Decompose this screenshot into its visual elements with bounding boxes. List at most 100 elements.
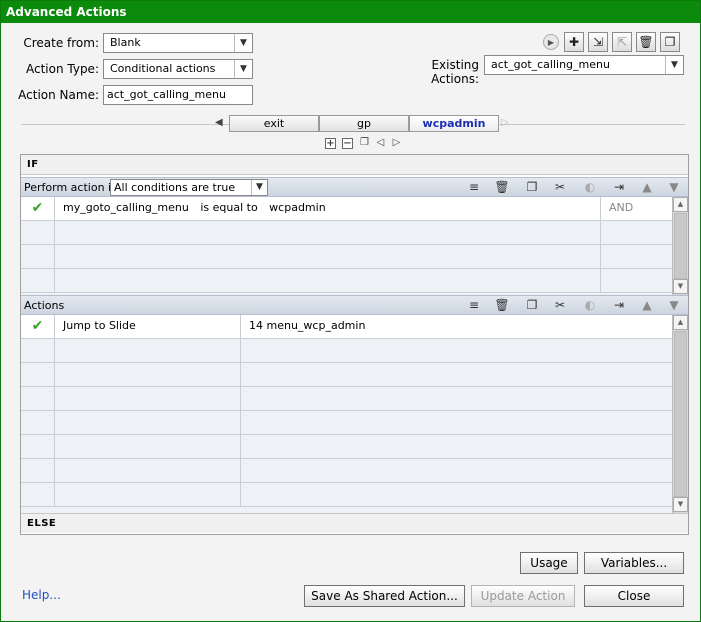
empty-cell	[55, 435, 241, 458]
condition-row-empty[interactable]	[21, 269, 672, 293]
condition-row-empty[interactable]	[21, 221, 672, 245]
conditions-scrollbar[interactable]: ▲ ▼	[672, 197, 688, 295]
tab-exit[interactable]: exit	[229, 115, 319, 132]
action-row-empty[interactable]	[21, 387, 672, 411]
action-name-input[interactable]: act_got_calling_menu	[103, 85, 253, 105]
window-title: Advanced Actions	[1, 1, 700, 23]
variables-button[interactable]: Variables...	[584, 552, 684, 574]
scroll-down-icon[interactable]: ▼	[673, 279, 688, 294]
action-type-cell[interactable]: Jump to Slide	[55, 315, 241, 338]
copy-row-icon[interactable]: ❐	[524, 298, 540, 313]
action-row-empty[interactable]	[21, 435, 672, 459]
insert-after-icon[interactable]: ⇥	[611, 180, 627, 195]
perform-action-value: All conditions are true	[114, 181, 236, 194]
tab-scroll-right-icon[interactable]: ▷	[501, 117, 509, 128]
move-down-icon[interactable]: ▼	[666, 180, 682, 195]
empty-cell	[21, 221, 55, 244]
export-action-icon[interactable]: ⇱	[612, 32, 632, 52]
tab-scroll-left-icon[interactable]: ◀	[215, 117, 223, 128]
close-button[interactable]: Close	[584, 585, 684, 607]
perform-action-label: Perform action if:	[24, 181, 119, 194]
paste-row-icon[interactable]: ◐	[582, 298, 598, 313]
action-row[interactable]: ✔ Jump to Slide 14 menu_wcp_admin	[21, 315, 672, 339]
move-right-icon[interactable]: ▷	[391, 138, 402, 149]
tab-gp[interactable]: gp	[319, 115, 409, 132]
scroll-thumb[interactable]	[674, 331, 687, 497]
preview-play-icon[interactable]: ▶	[543, 34, 559, 50]
action-type-dropdown[interactable]: Conditional actions ▼	[103, 59, 253, 79]
scroll-up-icon[interactable]: ▲	[673, 197, 688, 212]
action-row-empty[interactable]	[21, 483, 672, 507]
empty-cell	[21, 483, 55, 506]
advanced-actions-dialog: Advanced Actions Create from: Blank ▼ Ac…	[0, 0, 701, 622]
delete-action-icon[interactable]: 🗑	[636, 32, 656, 52]
condition-row-empty[interactable]	[21, 245, 672, 269]
create-from-value: Blank	[110, 36, 141, 49]
perform-action-dropdown[interactable]: All conditions are true ▼	[110, 179, 268, 196]
update-action-button[interactable]: Update Action	[471, 585, 575, 607]
remove-decision-icon[interactable]: −	[342, 138, 353, 149]
insert-after-icon[interactable]: ⇥	[611, 298, 627, 313]
actions-scrollbar[interactable]: ▲ ▼	[672, 315, 688, 513]
cut-row-icon[interactable]: ✂	[552, 180, 568, 195]
action-target-cell[interactable]: 14 menu_wcp_admin	[241, 315, 672, 338]
import-action-icon[interactable]: ⇲	[588, 32, 608, 52]
else-section-header[interactable]: ELSE	[21, 513, 688, 533]
condition-status-icon: ✔	[21, 197, 55, 220]
scroll-thumb[interactable]	[674, 213, 687, 279]
condition-expression[interactable]: my_goto_calling_menu is equal to wcpadmi…	[55, 197, 601, 220]
empty-cell	[55, 483, 241, 506]
empty-cell	[21, 387, 55, 410]
action-name-label: Action Name:	[18, 88, 99, 102]
existing-actions-label: Existing Actions:	[431, 58, 479, 86]
move-up-icon[interactable]: ▲	[639, 180, 655, 195]
empty-cell	[55, 387, 241, 410]
usage-button[interactable]: Usage	[520, 552, 578, 574]
action-type-value: Conditional actions	[110, 62, 216, 75]
action-row-empty[interactable]	[21, 459, 672, 483]
save-shared-action-button[interactable]: Save As Shared Action...	[304, 585, 465, 607]
cut-row-icon[interactable]: ✂	[552, 298, 568, 313]
move-up-icon[interactable]: ▲	[639, 298, 655, 313]
chevron-down-icon: ▼	[234, 60, 252, 78]
delete-row-icon[interactable]: 🗑	[494, 180, 510, 195]
empty-cell	[21, 363, 55, 386]
actions-grid: ✔ Jump to Slide 14 menu_wcp_admin	[21, 315, 672, 513]
condition-value: wcpadmin	[269, 201, 326, 214]
scroll-up-icon[interactable]: ▲	[673, 315, 688, 330]
empty-cell	[55, 339, 241, 362]
condition-row[interactable]: ✔ my_goto_calling_menu is equal to wcpad…	[21, 197, 672, 221]
decision-panel: IF Perform action if: All conditions are…	[20, 154, 689, 535]
move-left-icon[interactable]: ◁	[375, 138, 386, 149]
add-action-icon[interactable]: ✚	[564, 32, 584, 52]
existing-actions-dropdown[interactable]: act_got_calling_menu ▼	[484, 55, 684, 75]
copy-row-icon[interactable]: ❐	[524, 180, 540, 195]
tab-wcpadmin[interactable]: wcpadmin	[409, 115, 499, 132]
create-from-label: Create from:	[23, 36, 99, 50]
scroll-down-icon[interactable]: ▼	[673, 497, 688, 512]
duplicate-action-icon[interactable]: ❐	[660, 32, 680, 52]
copy-decision-icon[interactable]: ❐	[359, 138, 370, 149]
action-status-icon: ✔	[21, 315, 55, 338]
if-section-header: IF	[21, 155, 688, 175]
help-link[interactable]: Help...	[22, 588, 61, 602]
empty-cell	[55, 363, 241, 386]
delete-row-icon[interactable]: 🗑	[494, 298, 510, 313]
empty-cell	[21, 245, 55, 268]
empty-cell	[21, 339, 55, 362]
condition-logic[interactable]: AND	[601, 197, 672, 220]
conditions-toolbar: Perform action if: All conditions are tr…	[21, 177, 688, 197]
insert-row-icon[interactable]: ≡	[466, 180, 482, 195]
paste-row-icon[interactable]: ◐	[582, 180, 598, 195]
move-down-icon[interactable]: ▼	[666, 298, 682, 313]
empty-cell	[21, 411, 55, 434]
action-row-empty[interactable]	[21, 363, 672, 387]
empty-cell	[55, 269, 601, 292]
create-from-dropdown[interactable]: Blank ▼	[103, 33, 253, 53]
actions-label: Actions	[24, 299, 65, 312]
action-row-empty[interactable]	[21, 339, 672, 363]
insert-row-icon[interactable]: ≡	[466, 298, 482, 313]
action-row-empty[interactable]	[21, 411, 672, 435]
add-decision-icon[interactable]: +	[325, 138, 336, 149]
chevron-down-icon: ▼	[251, 180, 267, 195]
